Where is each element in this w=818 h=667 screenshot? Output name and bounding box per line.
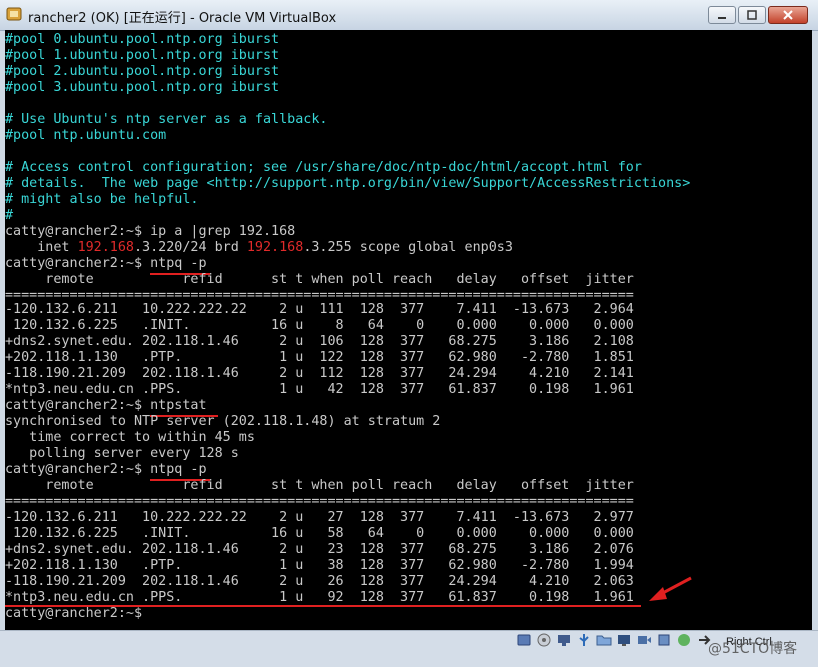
config-line: #	[5, 208, 14, 223]
ip-suffix: .3.255 scope global enp0s3	[303, 240, 513, 255]
config-line: #pool ntp.ubuntu.com	[5, 128, 167, 143]
virtualbox-window: rancher2 (OK) [正在运行] - Oracle VM Virtual…	[0, 0, 818, 667]
table-row: +202.118.1.130 .PTP. 1 u 38 128 377 62.9…	[5, 558, 634, 573]
virtualbox-app-icon	[6, 7, 22, 21]
command-line: catty@rancher2:~$ ip a |grep 192.168	[5, 224, 295, 240]
command-text: ntpstat	[150, 398, 207, 413]
usb-icon[interactable]	[576, 632, 592, 648]
table-row: +dns2.synet.edu. 202.118.1.46 2 u 106 12…	[5, 334, 634, 349]
annotation-arrow-icon	[649, 576, 692, 601]
command-text: ntpq -p	[150, 462, 207, 477]
ntpstat-output: polling server every 128 s	[5, 446, 239, 461]
ntpstat-output: time correct to within 45 ms	[5, 430, 255, 445]
shell-prompt: catty@rancher2:~$	[5, 256, 151, 271]
ip-output-line: inet 192.168.3.220/24 brd 192.168.3.255 …	[5, 240, 513, 256]
table-row: +dns2.synet.edu. 202.118.1.46 2 u 23 128…	[5, 542, 634, 557]
table-row: -118.190.21.209 202.118.1.46 2 u 26 128 …	[5, 574, 634, 589]
optical-drive-icon[interactable]	[536, 632, 552, 648]
cpu-icon[interactable]	[656, 632, 672, 648]
command-line: catty@rancher2:~$ ntpstat	[5, 398, 207, 414]
ip-prefix: inet	[5, 240, 78, 255]
config-line: # Use Ubuntu's ntp server as a fallback.	[5, 112, 328, 127]
table-row: 120.132.6.225 .INIT. 16 u 58 64 0 0.000 …	[5, 526, 634, 541]
command-line: catty@rancher2:~$ ntpq -p	[5, 256, 207, 272]
minimize-button[interactable]	[708, 6, 736, 24]
table-header: remote refid st t when poll reach delay …	[5, 478, 634, 493]
command-text: ip a |grep 192.168	[150, 224, 296, 239]
ip-middle: .3.220/24 brd	[134, 240, 247, 255]
table-row: 120.132.6.225 .INIT. 16 u 8 64 0 0.000 0…	[5, 318, 634, 333]
mouse-integration-icon[interactable]	[676, 632, 692, 648]
shared-folder-icon[interactable]	[596, 632, 612, 648]
table-row: +202.118.1.130 .PTP. 1 u 122 128 377 62.…	[5, 350, 634, 365]
final-prompt: catty@rancher2:~$	[5, 606, 143, 621]
minimize-icon	[718, 17, 726, 19]
table-row: -118.190.21.209 202.118.1.46 2 u 112 128…	[5, 366, 634, 381]
table-row: -120.132.6.211 10.222.222.22 2 u 27 128 …	[5, 510, 634, 525]
title-bar[interactable]: rancher2 (OK) [正在运行] - Oracle VM Virtual…	[0, 0, 818, 31]
close-button[interactable]	[768, 6, 808, 24]
table-rule: ========================================…	[5, 494, 634, 509]
config-line: #pool 2.ubuntu.pool.ntp.org iburst	[5, 64, 280, 79]
shell-prompt: catty@rancher2:~$	[5, 462, 151, 477]
config-line: # details. The web page <http://support.…	[5, 176, 691, 191]
table-row: -120.132.6.211 10.222.222.22 2 u 111 128…	[5, 302, 634, 317]
command-text: ntpq -p	[150, 256, 207, 271]
table-row: *ntp3.neu.edu.cn .PPS. 1 u 92 128 377 61…	[5, 590, 634, 605]
config-line: #pool 3.ubuntu.pool.ntp.org iburst	[5, 80, 280, 95]
display-icon[interactable]	[616, 632, 632, 648]
maximize-icon	[747, 10, 757, 20]
table-row: *ntp3.neu.edu.cn .PPS. 1 u 42 128 377 61…	[5, 382, 634, 397]
hard-disk-icon[interactable]	[516, 632, 532, 648]
config-line: #pool 0.ubuntu.pool.ntp.org iburst	[5, 32, 280, 47]
table-header: remote refid st t when poll reach delay …	[5, 272, 634, 287]
shell-prompt: catty@rancher2:~$	[5, 224, 151, 239]
config-line: # Access control configuration; see /usr…	[5, 160, 642, 175]
network-icon[interactable]	[556, 632, 572, 648]
grep-match: 192.168	[246, 240, 304, 255]
close-icon	[783, 10, 793, 20]
shell-prompt: catty@rancher2:~$	[5, 398, 151, 413]
maximize-button[interactable]	[738, 6, 766, 24]
config-line: # might also be helpful.	[5, 192, 199, 207]
window-title: rancher2 (OK) [正在运行] - Oracle VM Virtual…	[28, 11, 337, 26]
command-line: catty@rancher2:~$ ntpq -p	[5, 462, 207, 478]
terminal-screen[interactable]: #pool 0.ubuntu.pool.ntp.org iburst #pool…	[5, 30, 812, 630]
video-capture-icon[interactable]	[636, 632, 652, 648]
watermark-text: @51CTO博客	[708, 641, 798, 657]
config-line: #pool 1.ubuntu.pool.ntp.org iburst	[5, 48, 280, 63]
grep-match: 192.168	[77, 240, 134, 255]
ntpstat-output: synchronised to NTP server (202.118.1.48…	[5, 414, 441, 429]
